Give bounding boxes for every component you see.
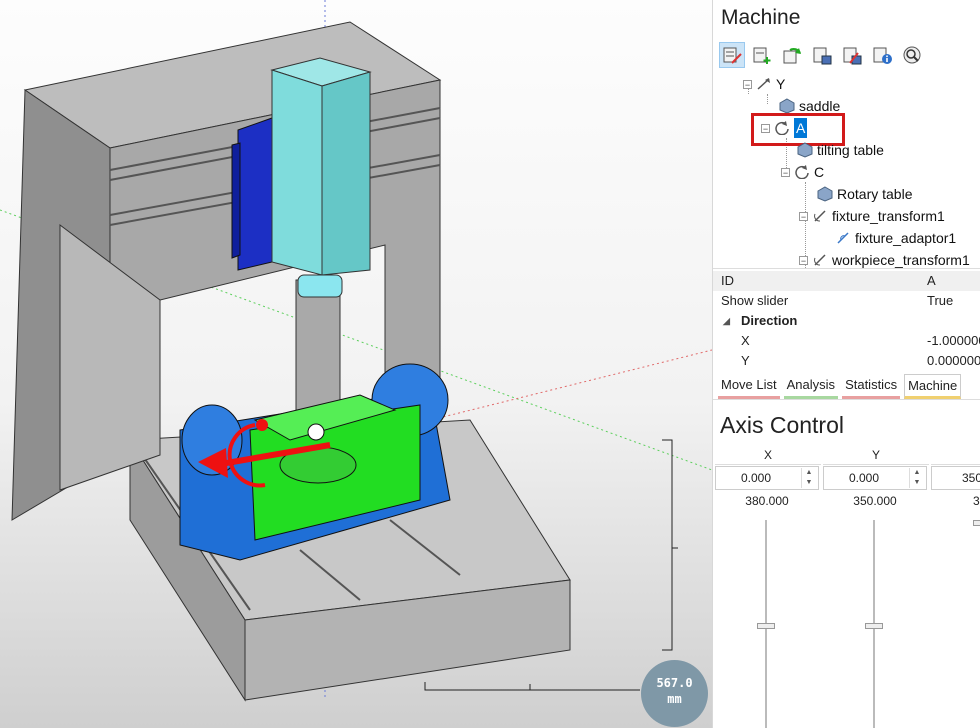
property-row-y[interactable]: Y 0.000000 [713,351,980,371]
adaptor-icon [837,232,849,244]
tab-analysis[interactable]: Analysis [783,374,839,399]
save-icon[interactable] [809,42,835,68]
stepper-arrows-icon[interactable]: ▲ ▼ [801,468,816,488]
axis-x-slider-thumb[interactable] [757,623,775,629]
axis-z-stepper[interactable]: 350 [931,466,980,490]
transform-icon [814,254,826,266]
tree-item-workpiece-transform[interactable]: − workpiece_transform1 [799,250,970,268]
axis-z-slider-thumb[interactable] [973,520,980,526]
tree-label-workpiece-transform: workpiece_transform1 [832,252,970,268]
tree-label-c: C [814,164,825,180]
scale-unit: mm [667,692,682,706]
preview-icon[interactable] [899,42,925,68]
axis-y-slider-thumb[interactable] [865,623,883,629]
save-as-icon[interactable] [839,42,865,68]
edit-machine-icon[interactable] [719,42,745,68]
refresh-icon[interactable] [779,42,805,68]
tree-label-tilting-table: tilting table [817,142,884,158]
tab-machine[interactable]: Machine [904,374,962,399]
tree-item-c[interactable]: − C [781,162,824,182]
tree-label-y: Y [776,76,786,92]
axis-column-x: X 0.000 ▲ ▼ 380.000 [715,446,821,728]
axis-column-z: Z 350 350 [931,446,980,526]
tab-statistics[interactable]: Statistics [842,374,901,399]
rotary-axis-icon [795,165,809,179]
component-icon [779,98,795,114]
machine-model[interactable] [0,0,712,728]
property-row-x[interactable]: X -1.000000 [713,331,980,351]
collapse-icon[interactable]: − [781,167,790,177]
tree-label-fixture-transform: fixture_transform1 [832,208,945,224]
stepper-arrows-icon[interactable]: ▲ ▼ [909,468,924,488]
tab-move-list[interactable]: Move List [718,374,780,399]
axis-header-y: Y [823,446,929,465]
expand-triangle-icon[interactable]: ◢ [723,311,730,331]
collapse-icon[interactable]: − [799,211,808,221]
add-component-icon[interactable] [749,42,775,68]
collapse-icon[interactable]: − [743,79,752,89]
machine-tree: − Y saddle − A tilting table − C Rotary … [713,72,980,268]
info-icon[interactable] [869,42,895,68]
component-icon [797,142,813,158]
axis-header-z: Z [931,446,980,465]
axis-column-y: Y 0.000 ▲ ▼ 350.000 [823,446,929,728]
tree-item-rotary-table[interactable]: Rotary table [817,184,912,204]
axis-header-x: X [715,446,821,465]
tree-item-y[interactable]: − Y [743,74,785,94]
tree-label-rotary-table: Rotary table [837,186,913,202]
scale-value: 567.0 [656,676,693,690]
axis-y-stepper[interactable]: 0.000 ▲ ▼ [823,466,927,490]
collapse-icon[interactable]: − [799,255,808,265]
tree-item-tilting-table[interactable]: tilting table [797,140,884,160]
3d-viewport[interactable]: 567.0 mm [0,0,712,728]
machine-toolbar [719,42,925,70]
panel-title: Machine [721,6,801,29]
scale-indicator: 567.0 mm [641,660,708,727]
property-grid: ID A Show slider True ◢ Direction X -1.0… [713,268,980,375]
axis-y-limit: 350.000 [853,494,897,508]
component-icon [817,186,833,202]
machine-panel: Machine − Y saddle − A tilting table − C… [712,0,980,728]
axis-z-limit: 350 [972,494,980,508]
linear-axis-icon [757,78,770,90]
tree-item-fixture-adaptor[interactable]: fixture_adaptor1 [835,228,956,248]
tree-label-fixture-adaptor: fixture_adaptor1 [855,230,957,246]
tree-item-fixture-transform[interactable]: − fixture_transform1 [799,206,945,226]
axis-x-stepper[interactable]: 0.000 ▲ ▼ [715,466,819,490]
panel-tabs: Move List Analysis Statistics Machine [713,374,980,400]
property-row-id[interactable]: ID A [713,271,980,291]
property-group-direction[interactable]: ◢ Direction [713,311,980,331]
axis-x-limit: 380.000 [745,494,789,508]
axis-control-title: Axis Control [720,412,844,438]
transform-icon [814,210,826,222]
property-row-show-slider[interactable]: Show slider True [713,291,980,311]
